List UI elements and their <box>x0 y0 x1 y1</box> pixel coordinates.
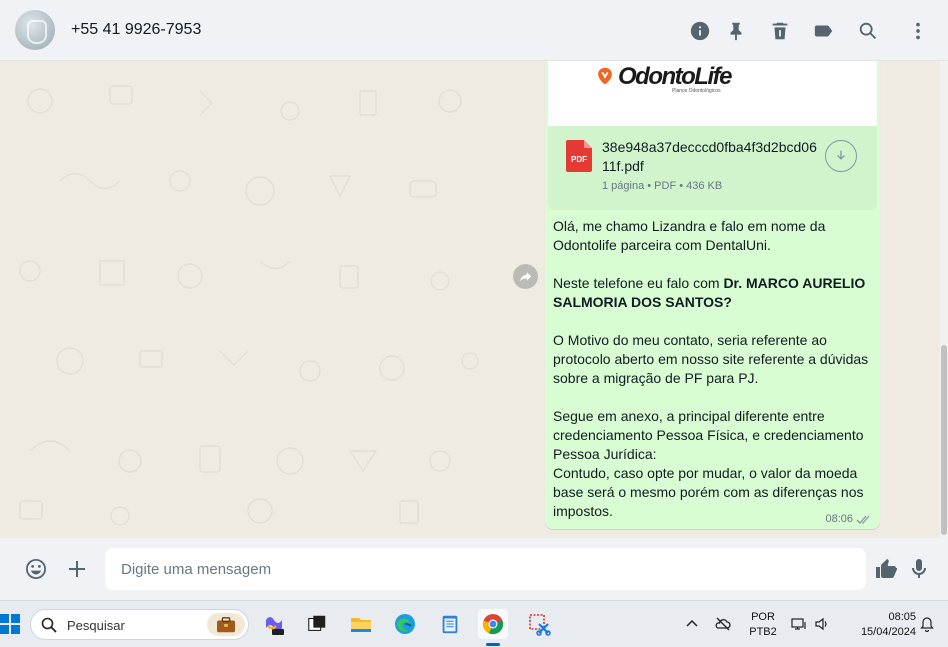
windows-taskbar: Pesquisar POR PTB2 08:05 15/04/2024 <box>0 600 948 647</box>
info-icon[interactable] <box>688 19 712 43</box>
download-icon <box>837 150 845 160</box>
briefcase-icon <box>207 613 245 636</box>
chat-scrollbar[interactable] <box>940 61 948 538</box>
onedrive-offline-icon[interactable] <box>715 616 731 632</box>
message-paragraph: Segue em anexo, a principal diferente en… <box>553 408 864 462</box>
message-input[interactable] <box>105 548 866 590</box>
double-check-icon <box>856 515 870 524</box>
taskbar-search-label: Pesquisar <box>67 618 125 633</box>
contact-name[interactable]: +55 41 9926-7953 <box>71 21 201 39</box>
message-bubble[interactable]: OdontoLife Planos Odontológicos PDF 38e9… <box>545 61 880 529</box>
language-code: POR <box>751 611 775 623</box>
document-meta: 1 página • PDF • 436 KB <box>602 180 723 192</box>
snipping-tool-icon[interactable] <box>524 609 554 639</box>
download-button[interactable] <box>825 140 857 172</box>
forward-button[interactable] <box>513 264 538 289</box>
volume-icon[interactable] <box>814 616 830 632</box>
forward-icon <box>519 272 532 282</box>
task-view-icon[interactable] <box>302 609 332 639</box>
keyboard-layout: PTB2 <box>749 626 777 638</box>
document-file-name: 38e948a37decccd0fba4f3d2bcd0611f.pdf <box>602 139 817 174</box>
clock-date: 15/04/2024 <box>860 626 916 638</box>
chat-panel: OdontoLife Planos Odontológicos PDF 38e9… <box>0 61 948 538</box>
notification-bell-icon[interactable] <box>919 616 935 632</box>
chat-scrollbar-thumb[interactable] <box>941 345 947 535</box>
message-time: 08:06 <box>825 513 853 525</box>
copilot-icon[interactable] <box>259 609 289 639</box>
input-language-indicator[interactable]: POR PTB2 <box>748 610 778 640</box>
odontolife-logo-text: OdontoLife <box>618 63 732 90</box>
active-app-indicator <box>486 643 500 646</box>
message-text: Olá, me chamo Lizandra e falo em nome da… <box>553 217 873 521</box>
microphone-icon[interactable] <box>906 556 932 582</box>
notepad-icon[interactable] <box>435 609 465 639</box>
odontolife-logo-subtext: Planos Odontológicos <box>672 88 721 94</box>
edge-browser-icon[interactable] <box>390 609 420 639</box>
odontolife-logo-icon <box>598 67 612 85</box>
delete-icon[interactable] <box>768 19 792 43</box>
message-composer <box>0 538 948 600</box>
taskbar-clock[interactable]: 08:05 15/04/2024 <box>846 610 916 640</box>
message-paragraph: Olá, me chamo Lizandra e falo em nome da… <box>553 218 826 253</box>
pdf-file-icon: PDF <box>566 140 592 172</box>
message-text-span: Neste telefone eu falo com <box>553 275 724 291</box>
attach-plus-icon[interactable] <box>64 556 90 582</box>
network-icon[interactable] <box>791 616 807 632</box>
pin-icon[interactable] <box>724 19 748 43</box>
message-timestamp: 08:06 <box>825 513 872 525</box>
document-attachment[interactable]: PDF 38e948a37decccd0fba4f3d2bcd0611f.pdf… <box>548 126 877 210</box>
menu-icon[interactable] <box>906 19 930 43</box>
pdf-icon-label: PDF <box>571 155 587 164</box>
chrome-browser-icon[interactable] <box>478 609 508 639</box>
label-icon[interactable] <box>812 19 836 43</box>
search-icon[interactable] <box>856 19 880 43</box>
chat-header: +55 41 9926-7953 <box>0 0 948 61</box>
windows-start-icon[interactable] <box>0 614 20 634</box>
file-explorer-icon[interactable] <box>346 609 376 639</box>
message-paragraph: Neste telefone eu falo com Dr. MARCO AUR… <box>553 274 873 312</box>
search-icon <box>41 617 57 633</box>
taskbar-search[interactable]: Pesquisar <box>30 609 249 640</box>
contact-avatar[interactable] <box>15 10 55 50</box>
message-paragraph: O Motivo do meu contato, seria referente… <box>553 332 869 386</box>
emoji-icon[interactable] <box>23 556 49 582</box>
thumbs-up-icon[interactable] <box>873 556 899 582</box>
document-preview[interactable]: OdontoLife Planos Odontológicos <box>548 61 877 126</box>
clock-time: 08:05 <box>888 611 916 623</box>
tray-chevron-up-icon[interactable] <box>684 616 700 632</box>
